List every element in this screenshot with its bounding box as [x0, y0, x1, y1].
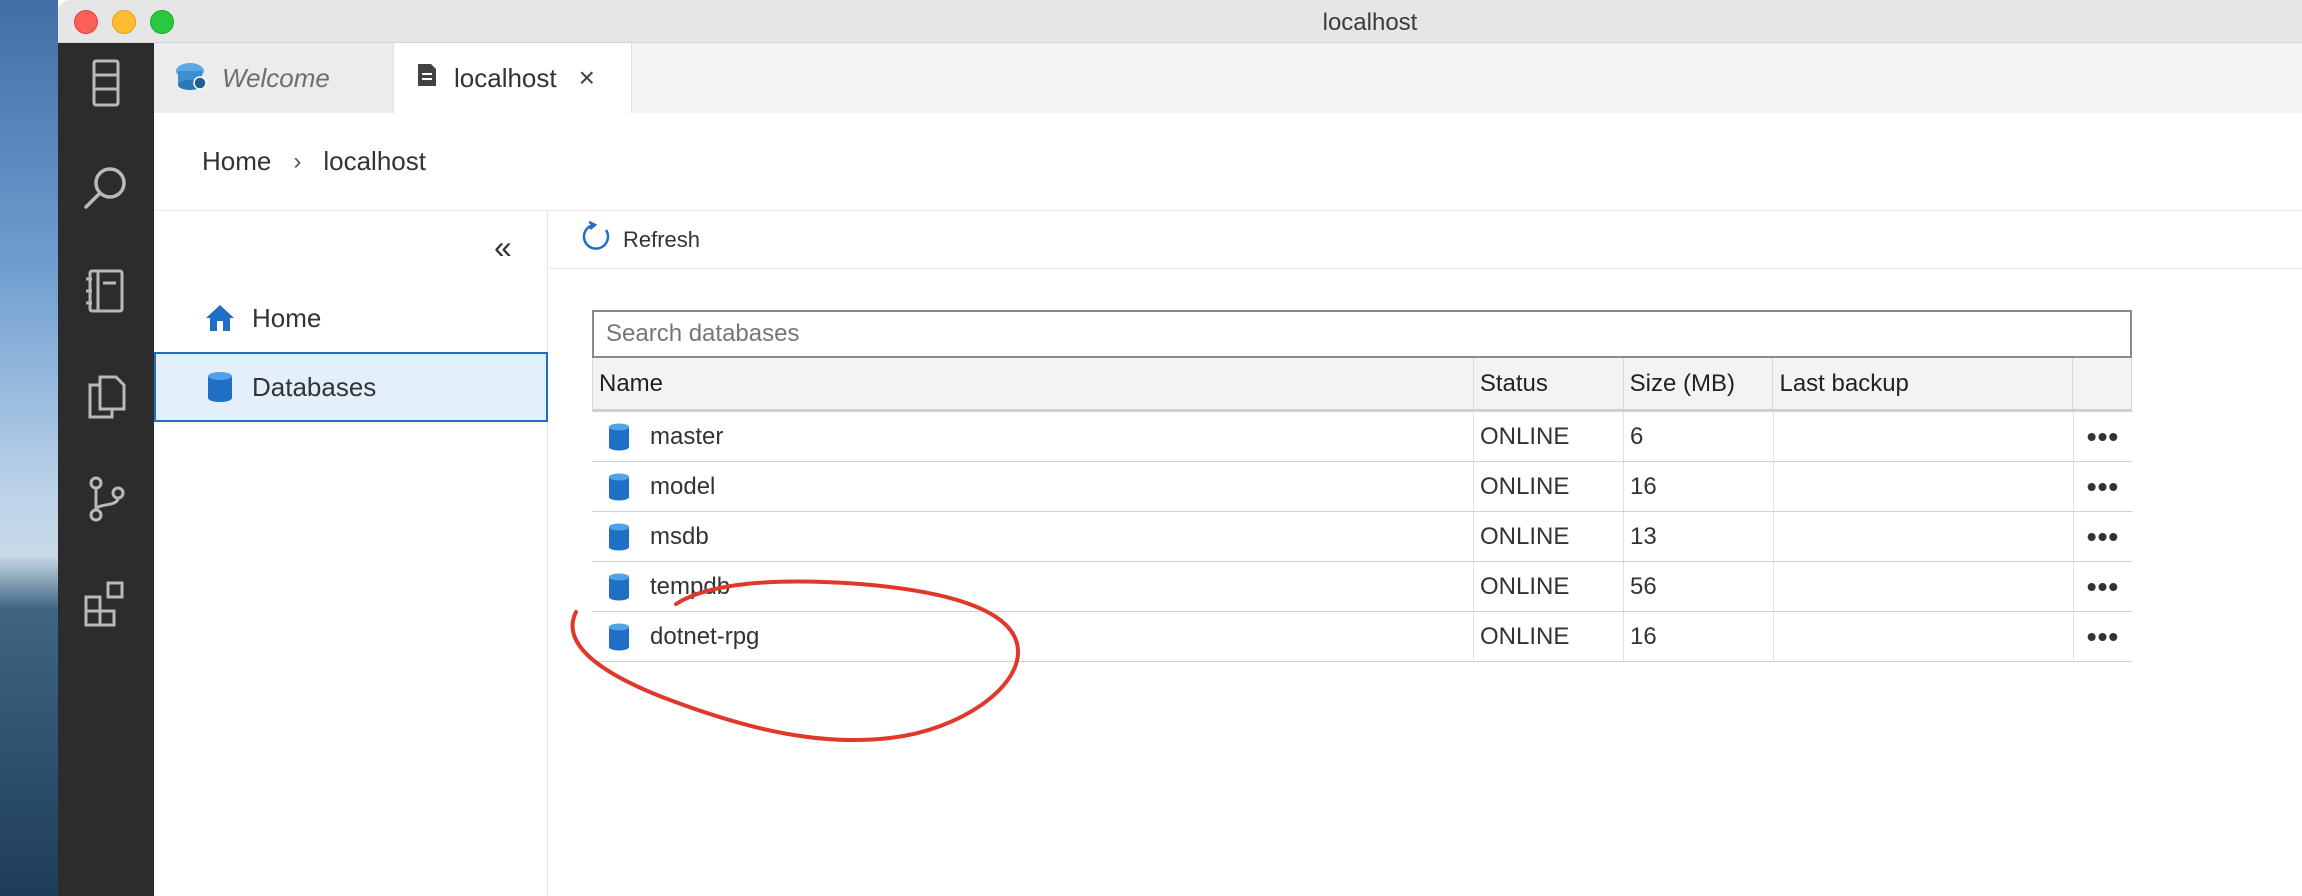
more-actions-icon[interactable]: ••• — [2074, 412, 2132, 461]
column-header-name[interactable]: Name — [593, 358, 1474, 409]
breadcrumb-current: localhost — [323, 146, 426, 176]
database-name[interactable]: dotnet-rpg — [650, 623, 759, 651]
cell-status: ONLINE — [1474, 462, 1624, 511]
cell-name: tempdb — [592, 562, 1474, 611]
cell-status: ONLINE — [1474, 562, 1624, 611]
cell-name: dotnet-rpg — [592, 612, 1474, 661]
nav-item-home[interactable]: Home — [154, 283, 548, 353]
column-header-size[interactable]: Size (MB) — [1624, 358, 1774, 409]
table-row[interactable]: msdb ONLINE 13 ••• — [592, 512, 2132, 562]
window-title: localhost — [1322, 9, 1418, 36]
cell-size: 6 — [1624, 412, 1774, 461]
breadcrumb: Home › localhost — [154, 113, 2302, 211]
cell-status: ONLINE — [1474, 512, 1624, 561]
title-bar: localhost — [58, 0, 2302, 43]
chevron-right-icon: › — [293, 147, 302, 175]
database-name[interactable]: tempdb — [650, 573, 730, 601]
dashboard-nav: « Home Databases — [154, 211, 548, 896]
nav-item-databases[interactable]: Databases — [154, 352, 548, 422]
databases-table: Name Status Size (MB) Last backup master… — [592, 358, 2132, 662]
notebooks-icon[interactable] — [78, 263, 134, 319]
nav-item-label: Databases — [252, 371, 377, 402]
cell-last-backup — [1774, 412, 2074, 461]
cell-size: 13 — [1624, 512, 1774, 561]
table-row[interactable]: master ONLINE 6 ••• — [592, 412, 2132, 462]
table-row[interactable]: tempdb ONLINE 56 ••• — [592, 562, 2132, 612]
more-actions-icon[interactable]: ••• — [2074, 462, 2132, 511]
cell-status: ONLINE — [1474, 612, 1624, 661]
explorer-icon[interactable] — [78, 367, 134, 423]
refresh-label: Refresh — [623, 226, 701, 252]
cell-last-backup — [1774, 562, 2074, 611]
tab-label: localhost — [454, 62, 557, 93]
column-header-last-backup[interactable]: Last backup — [1773, 358, 2074, 409]
cell-size: 16 — [1624, 462, 1774, 511]
desktop-wallpaper — [0, 0, 58, 896]
editor-tab-bar: Welcome localhost × — [154, 43, 2302, 113]
database-icon — [608, 623, 630, 651]
column-header-status[interactable]: Status — [1474, 358, 1624, 409]
more-actions-icon[interactable]: ••• — [2074, 612, 2132, 661]
extensions-icon[interactable] — [78, 575, 134, 631]
table-body: master ONLINE 6 ••• model ONLINE 16 ••• msdb ONLI… — [592, 412, 2132, 662]
database-icon — [204, 371, 236, 403]
connections-icon[interactable] — [78, 55, 134, 111]
search-icon[interactable] — [78, 159, 134, 215]
cell-size: 16 — [1624, 612, 1774, 661]
database-icon — [608, 573, 630, 601]
column-header-actions — [2073, 358, 2131, 409]
cell-last-backup — [1774, 612, 2074, 661]
close-icon[interactable]: × — [579, 62, 595, 94]
search-input[interactable] — [592, 310, 2132, 358]
table-row[interactable]: model ONLINE 16 ••• — [592, 462, 2132, 512]
database-icon — [608, 423, 630, 451]
tab-welcome[interactable]: Welcome — [154, 43, 394, 113]
table-row[interactable]: dotnet-rpg ONLINE 16 ••• — [592, 612, 2132, 662]
cell-status: ONLINE — [1474, 412, 1624, 461]
cell-name: msdb — [592, 512, 1474, 561]
database-name[interactable]: msdb — [650, 523, 709, 551]
welcome-icon — [172, 57, 208, 100]
cell-name: master — [592, 412, 1474, 461]
tab-localhost[interactable]: localhost × — [394, 43, 632, 113]
home-icon — [204, 302, 236, 334]
database-icon — [608, 523, 630, 551]
cell-name: model — [592, 462, 1474, 511]
breadcrumb-home[interactable]: Home — [202, 146, 271, 177]
server-dashboard-icon — [416, 62, 438, 95]
collapse-icon[interactable]: « — [494, 229, 512, 266]
activity-bar — [58, 43, 154, 896]
table-header: Name Status Size (MB) Last backup — [592, 358, 2132, 412]
database-name[interactable]: model — [650, 473, 715, 501]
database-name[interactable]: master — [650, 423, 723, 451]
cell-last-backup — [1774, 462, 2074, 511]
refresh-button[interactable]: Refresh — [579, 220, 700, 260]
cell-size: 56 — [1624, 562, 1774, 611]
refresh-icon — [579, 220, 623, 260]
tab-label: Welcome — [222, 62, 330, 93]
more-actions-icon[interactable]: ••• — [2074, 562, 2132, 611]
dashboard-toolbar: Refresh — [549, 211, 2302, 269]
cell-last-backup — [1774, 512, 2074, 561]
nav-item-label: Home — [252, 302, 322, 333]
source-control-icon[interactable] — [78, 471, 134, 527]
database-icon — [608, 473, 630, 501]
more-actions-icon[interactable]: ••• — [2074, 512, 2132, 561]
